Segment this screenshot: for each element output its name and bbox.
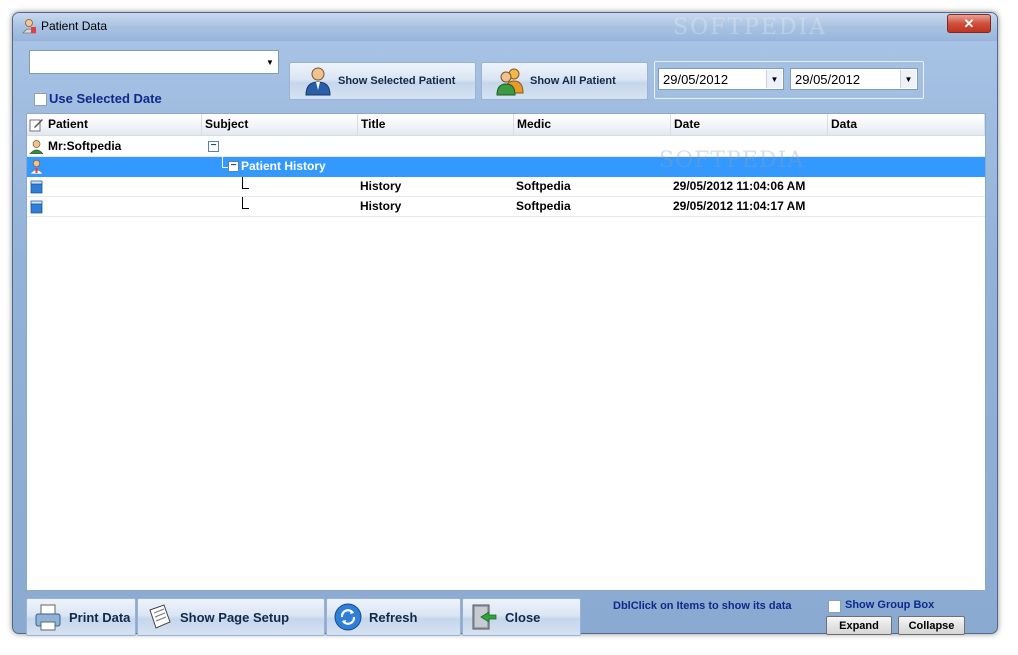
exit-door-icon [472,604,497,630]
date-from-value: 29/05/2012 [663,72,729,87]
show-all-patient-label: Show All Patient [530,75,616,87]
grid-header: Patient Subject Title Medic Date Data [27,114,985,136]
client-area: ▼ Use Selected Date Show Selected Patien… [21,45,991,636]
refresh-icon [334,603,362,631]
chevron-down-icon[interactable]: ▼ [263,52,277,72]
show-group-box-checkbox[interactable] [828,600,841,613]
grid-watermark: SOFTPEDIA [659,148,805,173]
column-header-data[interactable]: Data [828,114,985,136]
cell-date: 29/05/2012 11:04:17 AM [673,199,806,213]
show-selected-patient-label: Show Selected Patient [338,75,456,87]
use-selected-date-checkbox[interactable] [34,93,47,106]
printer-icon [35,604,61,631]
cell-patient: Mr:Softpedia [48,139,122,153]
show-selected-patient-button[interactable]: Show Selected Patient [289,62,476,100]
chevron-down-icon[interactable]: ▼ [900,70,916,88]
expand-button[interactable]: Expand [826,616,892,635]
refresh-label: Refresh [369,609,418,625]
print-data-button[interactable]: Print Data [26,598,136,636]
tree-line [222,157,223,167]
edit-icon [29,119,43,132]
user-icon [305,67,331,96]
patient-data-window: Patient Data SOFTPEDIA ✕ ▼ Use Selected … [12,12,998,636]
table-row[interactable]: History Softpedia 29/05/2012 11:04:17 AM [27,197,985,217]
chevron-down-icon[interactable]: ▼ [766,70,782,88]
date-to-value: 29/05/2012 [795,72,861,87]
title-bar[interactable]: Patient Data SOFTPEDIA ✕ [13,13,997,41]
tree-line [242,208,249,209]
date-from-picker[interactable]: 29/05/2012 ▼ [658,68,784,90]
show-page-setup-label: Show Page Setup [180,609,290,625]
date-range-group: 29/05/2012 ▼ 29/05/2012 ▼ [654,61,924,99]
double-click-hint: DblClick on Items to show its data [613,600,792,612]
table-row[interactable]: History Softpedia 29/05/2012 11:04:06 AM [27,177,985,197]
window-title: Patient Data [41,19,108,33]
patient-icon [29,140,44,154]
users-group-icon [496,68,524,96]
title-watermark: SOFTPEDIA [673,15,828,40]
close-label: Close [505,609,541,625]
table-row[interactable]: Mr:Softpedia − [27,137,985,157]
show-all-patient-button[interactable]: Show All Patient [481,62,648,100]
collapse-icon[interactable]: − [208,141,219,152]
show-page-setup-button[interactable]: Show Page Setup [137,598,325,636]
date-to-picker[interactable]: 29/05/2012 ▼ [790,68,918,90]
use-selected-date-label: Use Selected Date [49,91,162,106]
collapse-button[interactable]: Collapse [898,616,965,635]
column-header-medic[interactable]: Medic [514,114,671,136]
column-header-date[interactable]: Date [671,114,828,136]
tree-line [242,188,249,189]
patient-app-icon [22,19,36,34]
print-data-label: Print Data [69,609,131,625]
patient-data-grid[interactable]: Patient Subject Title Medic Date Data Mr… [26,113,986,591]
refresh-button[interactable]: Refresh [326,598,461,636]
table-row[interactable]: − Patient History [27,157,985,177]
cell-medic: Softpedia [516,179,571,193]
cell-date: 29/05/2012 11:04:06 AM [673,179,806,193]
doctor-icon [29,159,44,174]
close-button[interactable]: Close [462,598,581,636]
show-group-box-label: Show Group Box [845,599,935,611]
page-setup-icon [149,604,171,629]
cell-subject: Patient History [241,159,326,173]
column-header-title[interactable]: Title [358,114,514,136]
column-header-patient[interactable]: Patient [45,114,202,136]
cell-title: History [360,179,402,193]
record-icon [30,200,43,214]
cell-medic: Softpedia [516,199,571,213]
window-close-button[interactable]: ✕ [947,14,991,33]
cell-title: History [360,199,402,213]
collapse-icon[interactable]: − [228,161,239,172]
column-header-subject[interactable]: Subject [202,114,358,136]
patient-combo[interactable]: ▼ [29,50,279,74]
record-icon [30,180,43,194]
